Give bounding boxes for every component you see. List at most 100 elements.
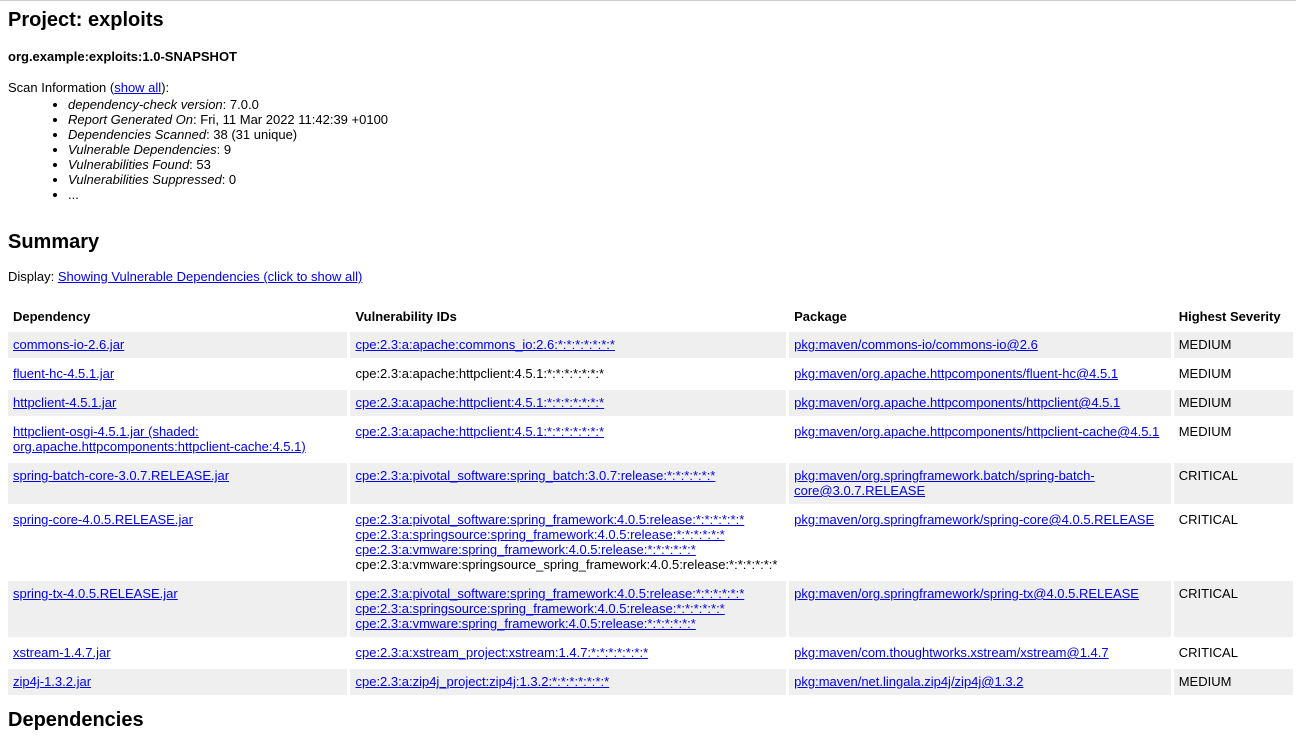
- scan-info-value: : 53: [189, 157, 211, 172]
- severity-cell: MEDIUM: [1173, 390, 1293, 416]
- scan-info-text: Scan Information (: [8, 80, 115, 95]
- scan-info-text-end: ):: [161, 80, 170, 95]
- scan-info-key: Vulnerabilities Suppressed: [68, 172, 222, 187]
- project-title: Project: exploits: [8, 9, 164, 31]
- scan-info-item: Vulnerable Dependencies: 9: [68, 142, 1296, 157]
- scan-info-item: dependency-check version: 7.0.0: [68, 97, 1296, 112]
- column-header-highest-severity[interactable]: Highest Severity: [1174, 303, 1293, 329]
- package-cell: pkg:maven/org.springframework/spring-tx@…: [789, 581, 1171, 637]
- package-cell: pkg:maven/org.apache.httpcomponents/http…: [789, 419, 1171, 460]
- dependency-link[interactable]: httpclient-4.5.1.jar: [13, 395, 116, 410]
- scan-info-key: Report Generated On: [68, 112, 194, 127]
- package-cell: pkg:maven/org.springframework.batch/spri…: [789, 463, 1171, 504]
- dependency-cell: spring-tx-4.0.5.RELEASE.jar: [8, 581, 348, 637]
- scan-info-value: ...: [68, 187, 79, 202]
- package-link[interactable]: pkg:maven/com.thoughtworks.xstream/xstre…: [794, 645, 1109, 660]
- cpe-link[interactable]: cpe:2.3:a:apache:httpclient:4.5.1:*:*:*:…: [355, 424, 781, 439]
- vulnerability-ids-cell: cpe:2.3:a:zip4j_project:zip4j:1.3.2:*:*:…: [350, 669, 787, 695]
- dependency-link[interactable]: fluent-hc-4.5.1.jar: [13, 366, 114, 381]
- package-link[interactable]: pkg:maven/commons-io/commons-io@2.6: [794, 337, 1038, 352]
- dependency-cell: xstream-1.4.7.jar: [8, 640, 347, 666]
- table-row: commons-io-2.6.jar cpe:2.3:a:apache:commo…: [8, 332, 1293, 358]
- severity-cell: CRITICAL: [1178, 645, 1238, 660]
- cpe-link[interactable]: cpe:2.3:a:springsource:spring_framework:…: [355, 601, 781, 616]
- cpe-link[interactable]: cpe:2.3:a:springsource:spring_framework:…: [355, 527, 781, 542]
- display-label: Display:: [8, 269, 58, 284]
- scan-information-label: Scan Information (show all):: [8, 80, 1296, 95]
- cpe-link[interactable]: cpe:2.3:a:apache:httpclient:4.5.1:*:*:*:…: [355, 395, 781, 410]
- dependency-cell: spring-batch-core-3.0.7.RELEASE.jar: [8, 463, 348, 504]
- package-link[interactable]: pkg:maven/org.apache.httpcomponents/flue…: [794, 366, 1118, 381]
- cpe-link[interactable]: cpe:2.3:a:zip4j_project:zip4j:1.3.2:*:*:…: [355, 674, 781, 689]
- scan-info-value: : 38 (31 unique): [206, 127, 298, 142]
- scan-info-item: Vulnerabilities Suppressed: 0: [68, 172, 1296, 187]
- project-coordinates: org.example:exploits:1.0-SNAPSHOT: [8, 49, 237, 64]
- dependency-cell: zip4j-1.3.2.jar: [8, 669, 348, 695]
- show-all-link[interactable]: show all: [114, 80, 161, 95]
- scan-info-key: dependency-check version: [68, 97, 223, 112]
- scan-info-key: Vulnerable Dependencies: [68, 142, 217, 157]
- dependency-link[interactable]: spring-core-4.0.5.RELEASE.jar: [13, 512, 193, 527]
- column-header-package[interactable]: Package: [789, 303, 1171, 329]
- scan-info-value: : 9: [216, 142, 232, 157]
- package-link[interactable]: pkg:maven/net.lingala.zip4j/zip4j@1.3.2: [794, 674, 1023, 689]
- scan-info-item: Dependencies Scanned: 38 (31 unique): [68, 127, 1296, 142]
- package-link[interactable]: pkg:maven/org.apache.httpcomponents/http…: [794, 424, 1159, 439]
- severity-cell: MEDIUM: [1173, 332, 1293, 358]
- package-cell: pkg:maven/commons-io/commons-io@2.6: [789, 332, 1171, 358]
- package-cell: pkg:maven/org.springframework/spring-cor…: [789, 507, 1171, 578]
- summary-table: Dependency Vulnerability IDs Package Hig…: [5, 300, 1296, 698]
- cpe-link[interactable]: cpe:2.3:a:pivotal_software:spring_framew…: [355, 586, 781, 601]
- dependency-link[interactable]: commons-io-2.6.jar: [13, 337, 124, 352]
- severity-cell: MEDIUM: [1178, 424, 1232, 439]
- dependency-cell: spring-core-4.0.5.RELEASE.jar: [8, 507, 347, 578]
- scan-info-item: ...: [68, 187, 1296, 202]
- table-row: spring-core-4.0.5.RELEASE.jar cpe:2.3:a:p…: [8, 507, 1293, 578]
- vulnerability-ids-cell: cpe:2.3:a:pivotal_software:spring_framew…: [350, 507, 786, 578]
- package-link[interactable]: pkg:maven/org.springframework.batch/spri…: [794, 468, 1095, 498]
- dependency-link[interactable]: xstream-1.4.7.jar: [13, 645, 111, 660]
- cpe-link[interactable]: cpe:2.3:a:apache:commons_io:2.6:*:*:*:*:…: [355, 337, 781, 352]
- column-header-dependency[interactable]: Dependency: [8, 303, 347, 329]
- scan-info-value: : Fri, 11 Mar 2022 11:42:39 +0100: [193, 112, 389, 127]
- severity-cell: MEDIUM: [1178, 366, 1232, 381]
- table-row: httpclient-4.5.1.jar cpe:2.3:a:apache:htt…: [8, 390, 1293, 416]
- cpe-text: cpe:2.3:a:vmware:springsource_spring_fra…: [355, 557, 778, 572]
- severity-cell: CRITICAL: [1173, 581, 1293, 637]
- vulnerability-ids-cell: cpe:2.3:a:apache:commons_io:2.6:*:*:*:*:…: [350, 332, 787, 358]
- vulnerability-ids-cell: cpe:2.3:a:apache:httpclient:4.5.1:*:*:*:…: [350, 361, 786, 387]
- package-link[interactable]: pkg:maven/org.springframework/spring-cor…: [794, 512, 1154, 527]
- cpe-link[interactable]: cpe:2.3:a:pivotal_software:spring_framew…: [355, 512, 781, 527]
- cpe-link[interactable]: cpe:2.3:a:xstream_project:xstream:1.4.7:…: [355, 645, 781, 660]
- package-cell: pkg:maven/net.lingala.zip4j/zip4j@1.3.2: [789, 669, 1171, 695]
- dependency-cell: fluent-hc-4.5.1.jar: [8, 361, 347, 387]
- report-page: Project: exploits org.example:exploits:1…: [0, 9, 1296, 732]
- display-filter: Display: Showing Vulnerable Dependencies…: [8, 269, 1296, 284]
- package-link[interactable]: pkg:maven/org.apache.httpcomponents/http…: [794, 395, 1120, 410]
- cpe-link[interactable]: cpe:2.3:a:vmware:spring_framework:4.0.5:…: [355, 616, 781, 631]
- scan-info-key: Dependencies Scanned: [68, 127, 207, 142]
- severity-cell: MEDIUM: [1173, 669, 1293, 695]
- summary-table-body: commons-io-2.6.jar cpe:2.3:a:apache:commo…: [8, 332, 1293, 695]
- dependency-link[interactable]: httpclient-osgi-4.5.1.jar (shaded: org.a…: [13, 424, 306, 454]
- summary-heading: Summary: [8, 231, 100, 253]
- cpe-link[interactable]: cpe:2.3:a:pivotal_software:spring_batch:…: [355, 468, 781, 483]
- severity-cell: CRITICAL: [1173, 463, 1293, 504]
- scan-info-item: Report Generated On: Fri, 11 Mar 2022 11…: [68, 112, 1296, 127]
- vulnerability-ids-cell: cpe:2.3:a:pivotal_software:spring_batch:…: [350, 463, 787, 504]
- dependency-link[interactable]: zip4j-1.3.2.jar: [13, 674, 91, 689]
- dependency-link[interactable]: spring-tx-4.0.5.RELEASE.jar: [13, 586, 178, 601]
- scan-info-value: : 7.0.0: [222, 97, 259, 112]
- dependency-cell: commons-io-2.6.jar: [8, 332, 348, 358]
- table-row: xstream-1.4.7.jar cpe:2.3:a:xstream_proje…: [8, 640, 1293, 666]
- package-link[interactable]: pkg:maven/org.springframework/spring-tx@…: [794, 586, 1139, 601]
- dependency-cell: httpclient-4.5.1.jar: [8, 390, 348, 416]
- dependencies-heading: Dependencies: [8, 709, 144, 731]
- vulnerability-ids-cell: cpe:2.3:a:pivotal_software:spring_framew…: [350, 581, 787, 637]
- column-header-vulnerability-ids[interactable]: Vulnerability IDs: [350, 303, 786, 329]
- cpe-link[interactable]: cpe:2.3:a:vmware:spring_framework:4.0.5:…: [355, 542, 781, 557]
- scan-info-list: dependency-check version: 7.0.0Report Ge…: [8, 97, 1296, 202]
- dependency-link[interactable]: spring-batch-core-3.0.7.RELEASE.jar: [13, 468, 229, 483]
- scan-info-item: Vulnerabilities Found: 53: [68, 157, 1296, 172]
- toggle-vulnerable-link[interactable]: Showing Vulnerable Dependencies (click t…: [58, 269, 362, 284]
